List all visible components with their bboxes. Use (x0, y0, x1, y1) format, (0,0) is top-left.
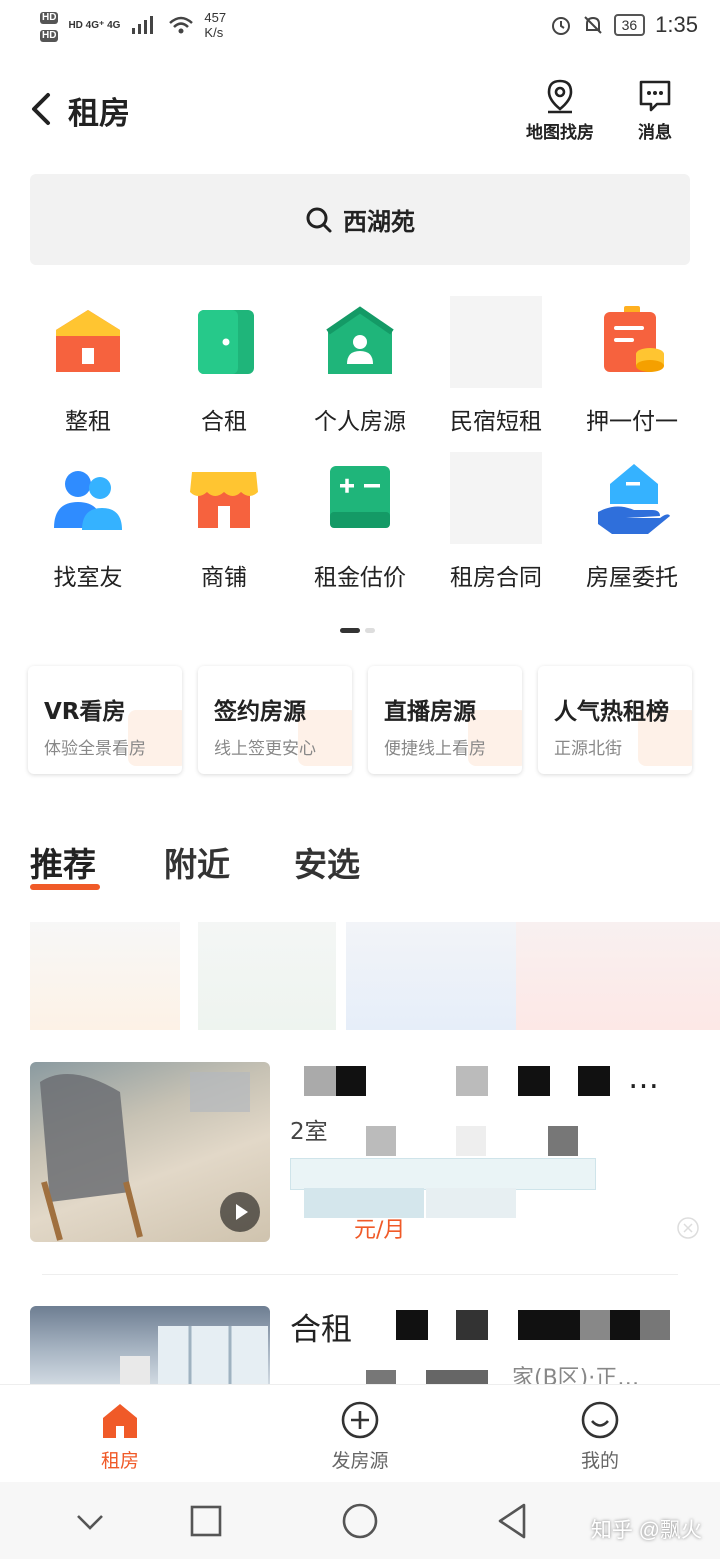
placeholder-icon (450, 452, 542, 544)
placeholder-icon (450, 296, 542, 388)
map-search-label: 地图找房 (526, 123, 594, 143)
back-icon[interactable] (28, 92, 54, 126)
page-dot (365, 628, 375, 633)
network-speed: 457 K/s (204, 10, 227, 40)
listing-photo[interactable] (30, 1062, 270, 1242)
listing-rooms: 2室 (290, 1119, 328, 1145)
dismiss-icon[interactable] (676, 1216, 700, 1240)
tab-active-underline (30, 884, 100, 890)
messages-button[interactable]: 消息 (610, 78, 700, 143)
back-button-icon[interactable] (494, 1501, 530, 1541)
category-personal-listing[interactable]: 个人房源 (292, 296, 428, 436)
listing-photo[interactable] (30, 1306, 270, 1396)
calculator-icon (314, 452, 406, 544)
search-icon (306, 207, 332, 232)
clock: 1:35 (655, 12, 698, 37)
map-pin-icon (547, 79, 573, 114)
feature-card-signed[interactable]: 签约房源 线上签更安心 (198, 666, 352, 774)
room-image (120, 1326, 268, 1396)
nav-rent[interactable]: 租房 (60, 1400, 180, 1473)
listing-title[interactable]: 合租 (290, 1304, 352, 1349)
home-icon (103, 1404, 137, 1438)
map-search-button[interactable]: 地图找房 (515, 78, 605, 143)
system-status: 36 1:35 (550, 12, 698, 38)
category-homestay[interactable]: 民宿短租 (428, 296, 564, 436)
chat-icon (639, 80, 671, 112)
page-dot-active (340, 628, 360, 633)
mute-bell-icon (583, 16, 602, 34)
plus-circle-icon (341, 1401, 379, 1439)
person-house-icon (314, 296, 406, 388)
category-house-entrust[interactable]: 房屋委托 (564, 452, 700, 592)
search-query: 西湖苑 (343, 208, 415, 236)
chevron-down-icon[interactable] (74, 1506, 106, 1536)
category-find-roommate[interactable]: 找室友 (20, 452, 156, 592)
watermark: 知乎 @飘火 (590, 1519, 702, 1542)
alarm-icon (551, 17, 570, 35)
network-status: HD HD HD 4G⁺ 4G 457 K/s (40, 10, 227, 42)
battery-indicator: 36 (613, 14, 646, 36)
house-icon (42, 296, 134, 388)
hand-house-icon (586, 452, 678, 544)
home-button-icon[interactable] (340, 1501, 380, 1541)
wifi-icon (169, 16, 194, 34)
nav-post-listing[interactable]: 发房源 (300, 1400, 420, 1473)
page-title: 租房 (68, 96, 130, 132)
status-bar: HD HD HD 4G⁺ 4G 457 K/s 36 1:35 (0, 0, 720, 56)
category-rent-estimate[interactable]: 租金估价 (292, 452, 428, 592)
tab-safe-select[interactable]: 安选 (294, 838, 360, 886)
category-shop[interactable]: 商铺 (156, 452, 292, 592)
banner-block[interactable] (516, 922, 720, 1030)
tab-nearby[interactable]: 附近 (164, 838, 230, 886)
tab-recommend[interactable]: 推荐 (30, 838, 96, 886)
category-whole-rent[interactable]: 整租 (20, 296, 156, 436)
recent-apps-icon[interactable] (188, 1503, 224, 1539)
door-icon (178, 296, 270, 388)
category-rent-contract[interactable]: 租房合同 (428, 452, 564, 592)
bill-coins-icon (586, 296, 678, 388)
messages-label: 消息 (638, 123, 672, 143)
banner-block[interactable] (30, 922, 180, 1030)
category-shared-rent[interactable]: 合租 (156, 296, 292, 436)
network-signal-text: HD 4G⁺ 4G (68, 19, 121, 31)
page-indicator (340, 620, 380, 639)
nav-mine[interactable]: 我的 (540, 1400, 660, 1473)
listing-price: 元/月 (354, 1218, 406, 1243)
category-pay-monthly[interactable]: 押一付一 (564, 296, 700, 436)
banner-block[interactable] (198, 922, 336, 1030)
shop-icon (178, 452, 270, 544)
smile-icon (581, 1401, 619, 1439)
listing-title-fragment: … (628, 1060, 659, 1096)
feature-card-vr[interactable]: VR看房 体验全景看房 (28, 666, 182, 774)
play-icon[interactable] (220, 1192, 260, 1232)
list-divider (42, 1274, 678, 1275)
feature-card-live[interactable]: 直播房源 便捷线上看房 (368, 666, 522, 774)
feature-card-hot-rank[interactable]: 人气热租榜 正源北街 (538, 666, 692, 774)
search-bar[interactable]: 西湖苑 (30, 174, 690, 265)
roommates-icon (42, 452, 134, 544)
signal-icon (132, 16, 154, 34)
listing-tags (290, 1158, 596, 1190)
banner-block[interactable] (346, 922, 516, 1030)
